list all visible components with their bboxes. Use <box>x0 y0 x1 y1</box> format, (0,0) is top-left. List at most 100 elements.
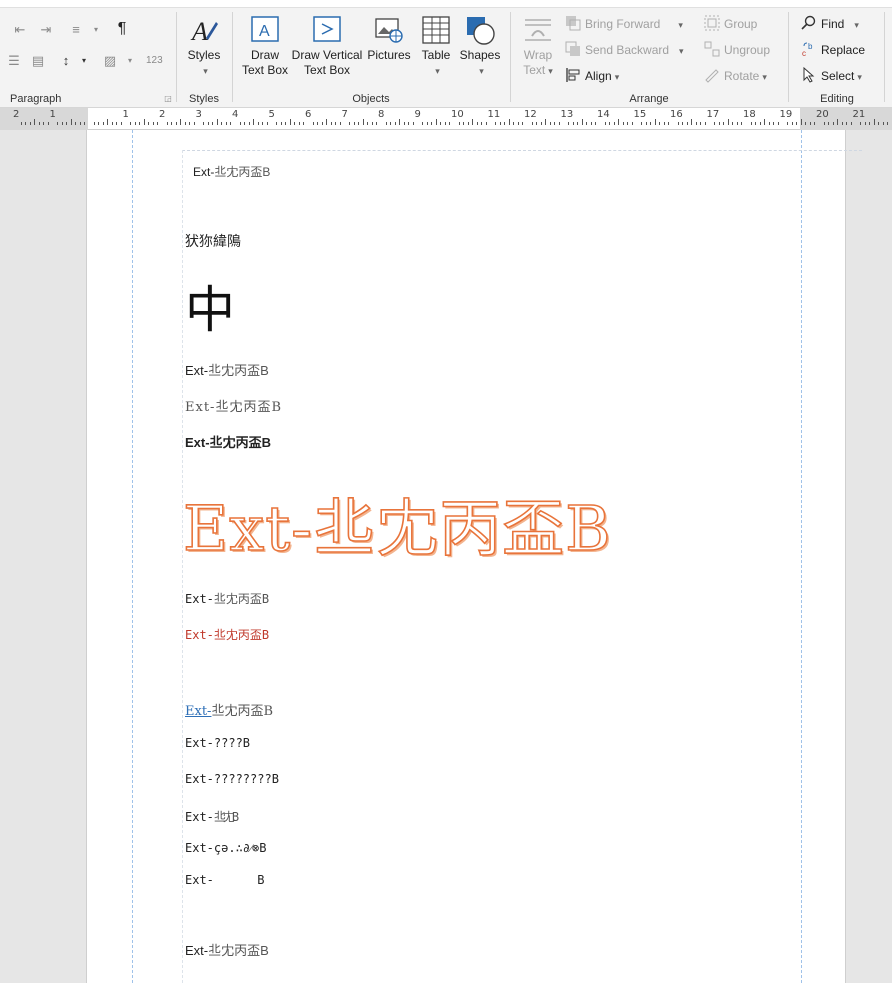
ungroup-button[interactable]: Ungroup <box>704 41 770 59</box>
ruler-tick <box>850 122 852 125</box>
ruler-tick <box>98 122 100 125</box>
line7-cjk: 丠冘丙盃B <box>213 592 270 606</box>
draw-text-box-button[interactable]: A Draw Text Box <box>239 14 291 78</box>
rotate-button[interactable]: Rotate ▾ <box>704 67 767 85</box>
ruler-tick <box>57 122 59 125</box>
justify-icon[interactable]: ☰ <box>6 53 22 69</box>
ruler-tick <box>545 119 547 125</box>
ruler-tick <box>495 122 497 125</box>
ruler-tick <box>558 122 560 125</box>
paragraph-line-7[interactable]: Ext-丠冘丙盃B <box>185 590 269 607</box>
ruler-tick <box>723 122 725 125</box>
ruler-tick <box>682 122 684 125</box>
paragraph-line-4[interactable]: Ext-丠冘丙盃B <box>185 396 282 415</box>
ruler-tick <box>431 122 433 125</box>
ruler-tick <box>266 122 268 125</box>
group-label: Group <box>724 17 758 31</box>
group-button[interactable]: Group <box>704 15 757 33</box>
paragraph-line-3[interactable]: Ext-丠冘丙盃B <box>185 360 269 379</box>
text-box-icon: A <box>251 16 279 42</box>
multilevel-list-icon[interactable]: ≡ <box>68 22 84 38</box>
paragraph-line-8-red[interactable]: Ext-丠冘丙盃B <box>185 626 269 643</box>
ruler-tick <box>837 119 839 125</box>
ruler-tick <box>695 122 697 125</box>
paragraph-line-1[interactable]: 犾狝緯隝 <box>185 231 241 251</box>
big-cjk-character[interactable]: 中 <box>185 270 235 342</box>
chevron-down-icon[interactable]: ▾ <box>76 53 92 69</box>
line-spacing-icon[interactable]: ↕ <box>58 53 74 69</box>
paragraph-line-14[interactable]: Ext- B <box>185 873 264 887</box>
horizontal-ruler[interactable]: 2 1 1 2 3 4 5 6 7 8 9 10 11 12 13 14 15 16 17 18 19 20 21 <box>0 108 892 130</box>
distributed-icon[interactable]: ▤ <box>30 53 46 69</box>
wrap-text-button[interactable]: Wrap Text ▾ <box>515 14 561 79</box>
paragraph-group-label: Paragraph <box>10 93 62 105</box>
bring-forward-button[interactable]: Bring Forward ▾ <box>565 15 683 33</box>
numbering-123-icon[interactable]: 123 <box>146 53 163 69</box>
replace-icon: bc <box>801 41 817 58</box>
line3-cjk: 丠冘丙盃B <box>208 363 269 378</box>
shapes-button[interactable]: Shapes ▾ <box>457 14 503 79</box>
document-canvas[interactable]: Ext-丠冘丙盃B 犾狝緯隝 中 Ext-丠冘丙盃B Ext-丠冘丙盃B Ext… <box>0 130 892 983</box>
paragraph-line-12[interactable]: Ext-丠冘B <box>185 808 239 825</box>
paragraph-line-5[interactable]: Ext-丠冘丙盃B <box>185 432 271 451</box>
ruler-tick <box>216 119 218 125</box>
paragraph-group: ⇤ ⇥ ≡ ▾ ¶ ☰ ▤ ↕ ▾ ▨ ▾ 123 ◲ Paragraph <box>0 8 176 107</box>
draw-vertical-text-box-button[interactable]: Draw Vertical Text Box <box>291 14 363 78</box>
chevron-down-icon: ▾ <box>614 72 620 82</box>
header-text-latin: Ext- <box>193 165 215 179</box>
ruler-tick <box>262 122 264 125</box>
ruler-tick <box>66 122 68 125</box>
send-backward-button[interactable]: Send Backward ▾ <box>565 41 684 59</box>
ruler-right-margin <box>800 108 892 130</box>
select-button[interactable]: Select ▾ <box>801 66 862 85</box>
ruler-tick <box>171 122 173 125</box>
outlined-large-text[interactable]: Ext-丠冘丙盃B <box>182 478 612 568</box>
wrap-text-icon <box>525 19 551 41</box>
ruler-tick <box>189 122 191 125</box>
paragraph-line-9[interactable]: Ext-丠冘丙盃B <box>185 700 273 719</box>
pictures-button[interactable]: Pictures <box>365 14 413 63</box>
line12-cjk: 丠冘B <box>213 810 239 824</box>
ruler-number: 18 <box>743 109 756 120</box>
table-button[interactable]: Table ▾ <box>417 14 455 79</box>
paragraph-line-15[interactable]: Ext-丠冘丙盃B <box>185 940 269 959</box>
replace-button[interactable]: b c Replace <box>801 41 865 59</box>
pictures-icon <box>375 18 403 43</box>
find-button[interactable]: Find ▾ <box>801 15 859 33</box>
pilcrow-icon[interactable]: ¶ <box>114 21 130 37</box>
group-icon <box>704 15 720 31</box>
ruler-number: 17 <box>706 109 720 120</box>
ruler-tick <box>321 122 323 125</box>
ruler-tick <box>444 122 446 125</box>
align-button[interactable]: Align ▾ <box>565 67 619 85</box>
ruler-tick <box>846 122 848 125</box>
chevron-down-icon[interactable]: ▾ <box>88 22 104 38</box>
ruler-tick <box>75 122 77 125</box>
styles-button[interactable]: A Styles ▾ <box>181 14 227 79</box>
ruler-tick <box>440 122 442 125</box>
ruler-tick <box>303 122 305 125</box>
paragraph-line-13[interactable]: Ext-çə.∴∂⁄⊗B <box>185 841 266 856</box>
line15-latin: Ext- <box>185 943 209 958</box>
svg-text:A: A <box>190 17 208 46</box>
ruler-tick <box>691 119 693 125</box>
ruler-tick <box>618 119 620 125</box>
ruler-tick <box>193 122 195 125</box>
document-page[interactable]: Ext-丠冘丙盃B 犾狝緯隝 中 Ext-丠冘丙盃B Ext-丠冘丙盃B Ext… <box>86 130 862 983</box>
ruler-number: 13 <box>560 109 574 120</box>
ruler-tick <box>873 119 875 125</box>
styles-group: A Styles ▾ Styles <box>177 8 231 107</box>
increase-indent-icon[interactable]: ⇥ <box>38 22 54 38</box>
ruler-tick <box>572 122 574 125</box>
paragraph-line-11[interactable]: Ext-????????B <box>185 772 279 786</box>
chevron-down-icon[interactable]: ▾ <box>122 53 138 69</box>
header-text[interactable]: Ext-丠冘丙盃B <box>193 163 270 180</box>
rotate-icon <box>704 67 720 83</box>
shading-icon[interactable]: ▨ <box>102 53 118 69</box>
paragraph-line-10[interactable]: Ext-????B <box>185 736 250 750</box>
ruler-tick <box>412 122 414 125</box>
ruler-tick <box>677 122 679 125</box>
decrease-indent-icon[interactable]: ⇤ <box>12 22 28 38</box>
line9-latin-link[interactable]: Ext- <box>185 704 211 719</box>
ruler-number: 10 <box>451 109 464 120</box>
